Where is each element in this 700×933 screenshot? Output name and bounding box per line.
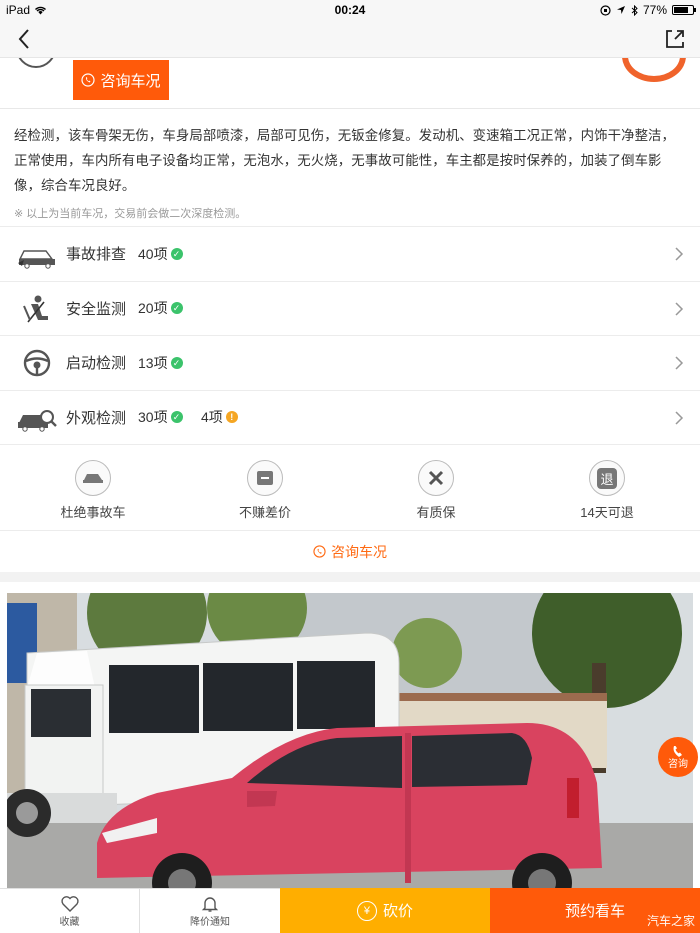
phone-circle-icon bbox=[81, 73, 96, 87]
car-photo-illustration bbox=[7, 593, 693, 893]
inspection-label: 外观检测 bbox=[66, 409, 127, 427]
avatar bbox=[16, 58, 56, 68]
inspection-row-exterior[interactable]: 外观检测 30项 ✓ 4项! bbox=[0, 389, 700, 445]
status-right: 77% bbox=[600, 3, 696, 17]
yen-icon: ¥ bbox=[356, 900, 377, 921]
orientation-lock-icon bbox=[600, 4, 611, 16]
inspection-count-text: 13项 bbox=[138, 354, 168, 371]
guarantee-return: 退 14天可退 bbox=[547, 460, 667, 521]
condition-text: 经检测，该车骨架无伤，车身局部喷漆，局部可见伤，无钣金修复。发动机、变速箱工况正… bbox=[14, 128, 676, 193]
guarantee-warranty: 有质保 bbox=[376, 460, 496, 521]
chevron-right-icon bbox=[675, 301, 684, 316]
floating-consult-button[interactable]: 咨询 bbox=[658, 737, 698, 777]
status-time: 00:24 bbox=[334, 3, 366, 17]
inspection-row-accident[interactable]: 事故排查 40项 ✓ bbox=[0, 226, 700, 281]
inspection-count: 30项 ✓ bbox=[138, 407, 183, 427]
bottom-action-bar: 收藏 降价通知 ¥ 砍价 预约看车 汽车之家 bbox=[0, 888, 700, 933]
bell-icon bbox=[201, 896, 219, 912]
floating-consult-label: 咨询 bbox=[668, 758, 688, 770]
consult-link-label: 咨询车况 bbox=[331, 543, 387, 560]
inspection-warning-count: 4项! bbox=[201, 407, 238, 427]
inspection-count-text: 40项 bbox=[138, 245, 168, 262]
inspection-label: 安全监测 bbox=[66, 300, 127, 318]
check-ok-icon: ✓ bbox=[170, 302, 183, 315]
bargain-label: 砍价 bbox=[382, 903, 413, 920]
wrench-icon bbox=[418, 460, 454, 496]
check-ok-icon: ✓ bbox=[170, 247, 183, 260]
bluetooth-icon bbox=[631, 4, 638, 16]
no-markup-icon bbox=[247, 460, 283, 496]
chevron-right-icon bbox=[675, 356, 684, 370]
car-photo[interactable] bbox=[7, 593, 693, 893]
condition-note: ※ 以上为当前车况，交易前会做二次深度检测。 bbox=[14, 208, 247, 220]
consult-condition-label: 咨询车况 bbox=[100, 72, 161, 90]
car-magnifier-icon bbox=[18, 409, 57, 432]
status-bar: iPad 00:24 77% bbox=[0, 0, 700, 20]
favorite-button[interactable]: 收藏 bbox=[0, 888, 140, 933]
check-ok-icon: ✓ bbox=[170, 411, 183, 424]
check-ok-icon: ✓ bbox=[170, 356, 183, 369]
inspection-label: 事故排查 bbox=[66, 246, 127, 264]
chevron-right-icon bbox=[675, 410, 684, 425]
accident-car-icon bbox=[18, 250, 55, 269]
back-chevron-icon[interactable] bbox=[12, 26, 38, 52]
steering-wheel-icon bbox=[23, 349, 51, 377]
inspection-count: 13项 ✓ bbox=[138, 353, 183, 373]
guarantee-label: 有质保 bbox=[416, 505, 456, 520]
guarantee-bar: 杜绝事故车 不赚差价 有质保 退 14天可退 bbox=[0, 444, 700, 530]
inspection-row-safety[interactable]: 安全监测 20项 ✓ bbox=[0, 280, 700, 336]
watermark: 汽车之家 bbox=[646, 914, 695, 928]
section-divider bbox=[0, 572, 700, 582]
guarantee-no-markup: 不赚差价 bbox=[205, 460, 325, 521]
guarantee-label: 14天可退 bbox=[580, 505, 634, 520]
inspection-label: 启动检测 bbox=[66, 355, 127, 373]
guarantee-no-accident: 杜绝事故车 bbox=[33, 460, 153, 521]
price-notify-label: 降价通知 bbox=[190, 916, 230, 928]
guarantee-label: 不赚差价 bbox=[238, 505, 291, 520]
seat-belt-icon bbox=[23, 295, 48, 322]
share-icon[interactable] bbox=[662, 26, 688, 52]
inspection-warning-text: 4项 bbox=[201, 409, 223, 426]
price-notify-button[interactable]: 降价通知 bbox=[140, 888, 280, 933]
book-viewing-button[interactable]: 预约看车 汽车之家 bbox=[490, 888, 700, 933]
consult-condition-button[interactable]: 咨询车况 bbox=[73, 60, 169, 100]
guarantee-label: 杜绝事故车 bbox=[60, 505, 126, 520]
no-accident-car-icon bbox=[75, 460, 111, 496]
heart-icon bbox=[60, 895, 79, 912]
inspection-count-text: 20项 bbox=[138, 300, 168, 317]
inspection-count: 20项 ✓ bbox=[138, 298, 183, 318]
inspection-count: 40项 ✓ bbox=[138, 244, 183, 264]
location-icon bbox=[616, 6, 625, 14]
bargain-button[interactable]: ¥ 砍价 bbox=[280, 888, 490, 933]
inspection-count-text: 30项 bbox=[138, 409, 168, 426]
condition-description: 经检测，该车骨架无伤，车身局部喷漆，局部可见伤，无钣金修复。发动机、变速箱工况正… bbox=[0, 108, 700, 226]
consult-condition-link[interactable]: 咨询车况 bbox=[0, 530, 700, 572]
favorite-label: 收藏 bbox=[59, 916, 80, 928]
warning-icon: ! bbox=[225, 411, 238, 424]
chevron-right-icon bbox=[675, 247, 684, 261]
header-peek: 咨询车况 bbox=[0, 58, 700, 108]
inspection-row-startup[interactable]: 启动检测 13项 ✓ bbox=[0, 335, 700, 390]
battery-percent: 77% bbox=[642, 3, 667, 17]
battery-icon bbox=[672, 5, 696, 15]
inspection-list: 事故排查 40项 ✓ 安全监测 20项 ✓ 启动检测 13项 ✓ 外观检测 30项 ✓ … bbox=[0, 226, 700, 444]
nav-bar bbox=[0, 20, 700, 58]
return-icon: 退 bbox=[589, 460, 625, 496]
return-icon-text: 退 bbox=[597, 467, 617, 489]
certification-seal bbox=[622, 58, 686, 82]
phone-icon bbox=[673, 745, 682, 757]
phone-circle-icon bbox=[313, 545, 326, 558]
book-viewing-label: 预约看车 bbox=[564, 903, 625, 920]
